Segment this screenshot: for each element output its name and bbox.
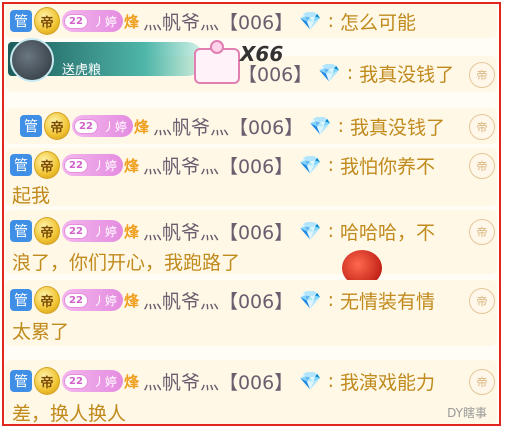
username[interactable]: 灬帆爷灬【006】	[143, 287, 293, 314]
fan-badge: 22 丿婷	[72, 115, 133, 137]
message-text-continued: 浪了，你们开心，我跑路了	[12, 252, 241, 274]
username[interactable]: 灬帆爷灬【006】	[143, 218, 293, 245]
diamond-icon: 💎	[309, 115, 332, 137]
colon: :	[327, 154, 335, 176]
fan-badge: 22 丿婷	[62, 370, 123, 392]
emperor-medal-icon: 帝	[34, 217, 60, 245]
fan-badge: 22 丿婷	[62, 154, 123, 176]
fan-level: 22	[64, 13, 88, 29]
colon: :	[327, 10, 335, 32]
fan-name: 丿婷	[92, 374, 117, 389]
admin-badge-icon: 管	[10, 220, 32, 242]
admin-badge-icon: 管	[10, 154, 32, 176]
fan-level: 22	[64, 373, 88, 389]
message-text: 我真没钱了	[350, 116, 446, 139]
colon: :	[327, 370, 335, 392]
message-text: 我真没钱了	[359, 63, 455, 86]
message-text-continued: 太累了	[12, 321, 70, 343]
fan-level: 22	[64, 292, 88, 308]
fan-bubble-icon: 帝	[469, 62, 495, 88]
chat-panel: 管 帝 22 丿婷 烽 灬帆爷灬【006】 💎 : 怎么可能 【006】 💎 : …	[2, 2, 501, 426]
diamond-icon: 💎	[299, 154, 322, 176]
fan-level: 22	[74, 118, 98, 134]
fan-bubble-icon: 帝	[469, 219, 495, 245]
message-text: 怎么可能	[340, 11, 417, 34]
emperor-medal-icon: 帝	[34, 7, 60, 35]
emperor-medal-icon: 帝	[44, 112, 70, 140]
chat-line: 管 帝 22 丿婷 烽 灬帆爷灬【006】 💎 : 我演戏能力	[10, 364, 493, 398]
fan-flag-icon: 烽	[123, 12, 139, 31]
fan-flag-icon: 烽	[123, 222, 139, 241]
colon: :	[337, 115, 345, 137]
colon: :	[327, 289, 335, 311]
colon: :	[327, 220, 335, 242]
message-text: 哈哈哈，不	[340, 221, 436, 244]
message-text: 我怕你养不	[340, 155, 436, 178]
gift-box-icon	[194, 40, 240, 84]
chat-message: 管 帝 22 丿婷 烽 灬帆爷灬【006】 💎 : 怎么可能	[6, 4, 497, 38]
chat-line: 管 帝 22 丿婷 烽 灬帆爷灬【006】 💎 : 无情装有情	[10, 283, 493, 317]
fan-name: 丿婷	[102, 119, 127, 134]
message-text-continued: 起我	[12, 185, 51, 207]
chat-message: 管 帝 22 丿婷 烽 灬帆爷灬【006】 💎 : 我怕你养不 起我 帝	[6, 148, 497, 207]
chat-message: 管 帝 22 丿婷 烽 灬帆爷灬【006】 💎 : 我真没钱了 帝	[6, 108, 497, 144]
chat-line: 管 帝 22 丿婷 烽 灬帆爷灬【006】 💎 : 我怕你养不	[10, 148, 493, 182]
emperor-medal-icon: 帝	[34, 151, 60, 179]
fan-level: 22	[64, 157, 88, 173]
chat-line: 管 帝 22 丿婷 烽 灬帆爷灬【006】 💎 : 哈哈哈，不	[10, 214, 493, 248]
admin-badge-icon: 管	[10, 289, 32, 311]
message-text-continued: 差，换人换人	[12, 403, 127, 425]
fan-bubble-icon: 帝	[469, 369, 495, 395]
admin-badge-icon: 管	[10, 370, 32, 392]
fan-name: 丿婷	[92, 224, 117, 239]
diamond-icon: 💎	[299, 220, 322, 242]
fan-level: 22	[64, 223, 88, 239]
gift-text: 送虎粮	[62, 63, 102, 78]
fan-bubble-icon: 帝	[469, 153, 495, 179]
admin-badge-icon: 管	[10, 10, 32, 32]
diamond-icon: 💎	[318, 62, 341, 84]
fan-name: 丿婷	[92, 14, 117, 29]
chat-line: 管 帝 22 丿婷 烽 灬帆爷灬【006】 💎 : 我真没钱了	[20, 109, 493, 143]
emperor-medal-icon: 帝	[34, 367, 60, 395]
chat-message: 管 帝 22 丿婷 烽 灬帆爷灬【006】 💎 : 哈哈哈，不 浪了，你们开心，我…	[6, 210, 497, 274]
chat-message: 管 帝 22 丿婷 烽 灬帆爷灬【006】 💎 : 无情装有情 太累了 帝	[6, 280, 497, 346]
message-text: 无情装有情	[340, 290, 436, 313]
fan-flag-icon: 烽	[133, 117, 149, 136]
chat-line: 管 帝 22 丿婷 烽 灬帆爷灬【006】 💎 : 怎么可能	[10, 4, 493, 38]
username[interactable]: 灬帆爷灬【006】	[153, 113, 303, 140]
watermark: DY瞎事	[447, 406, 487, 420]
fan-name: 丿婷	[92, 158, 117, 173]
username[interactable]: 灬帆爷灬【006】	[143, 8, 293, 35]
diamond-icon: 💎	[299, 289, 322, 311]
fan-flag-icon: 烽	[123, 291, 139, 310]
chat-message: 管 帝 22 丿婷 烽 灬帆爷灬【006】 💎 : 我演戏能力 差，换人换人 帝	[6, 360, 497, 424]
fan-name: 丿婷	[92, 293, 117, 308]
fan-badge: 22 丿婷	[62, 220, 123, 242]
admin-badge-icon: 管	[20, 115, 42, 137]
fan-flag-icon: 烽	[123, 156, 139, 175]
emperor-medal-icon: 帝	[34, 286, 60, 314]
username[interactable]: 灬帆爷灬【006】	[143, 368, 293, 395]
gift-sender-avatar	[10, 38, 54, 82]
message-text: 我演戏能力	[340, 371, 436, 394]
diamond-icon: 💎	[299, 10, 322, 32]
gift-count: X66	[240, 42, 284, 66]
fan-bubble-icon: 帝	[469, 114, 495, 140]
fan-badge: 22 丿婷	[62, 289, 123, 311]
diamond-icon: 💎	[299, 370, 322, 392]
username[interactable]: 灬帆爷灬【006】	[143, 152, 293, 179]
colon: :	[346, 62, 354, 84]
fan-bubble-icon: 帝	[469, 288, 495, 314]
fan-flag-icon: 烽	[123, 372, 139, 391]
fan-badge: 22 丿婷	[62, 10, 123, 32]
